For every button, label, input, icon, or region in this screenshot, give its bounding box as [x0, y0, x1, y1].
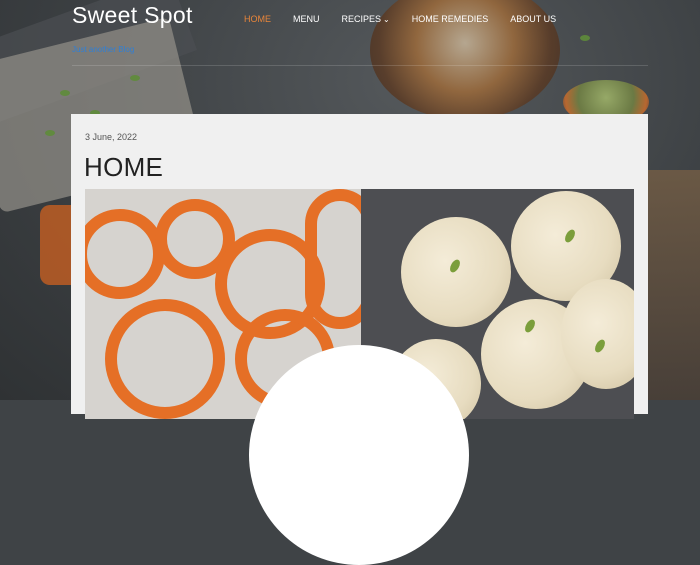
- site-tagline: Just another Blog: [72, 45, 135, 54]
- nav-item-home-remedies[interactable]: HOME REMEDIES: [412, 14, 489, 24]
- nav-item-menu[interactable]: MENU: [293, 14, 320, 24]
- white-circle-overlay: [249, 345, 469, 565]
- header-divider: [72, 65, 648, 66]
- page-title: HOME: [84, 152, 164, 182]
- nav-item-recipes-label: RECIPES: [341, 14, 382, 24]
- nav-item-home[interactable]: HOME: [244, 14, 271, 24]
- nav-item-recipes[interactable]: RECIPES ⌄: [342, 14, 390, 24]
- nav-item-about-us[interactable]: ABOUT US: [510, 14, 556, 24]
- post-date: 3 June, 2022: [85, 132, 138, 142]
- site-title[interactable]: Sweet Spot: [72, 2, 193, 29]
- chevron-down-icon: ⌄: [383, 14, 390, 24]
- main-nav: HOME MENU RECIPES ⌄ HOME REMEDIES ABOUT …: [244, 14, 578, 24]
